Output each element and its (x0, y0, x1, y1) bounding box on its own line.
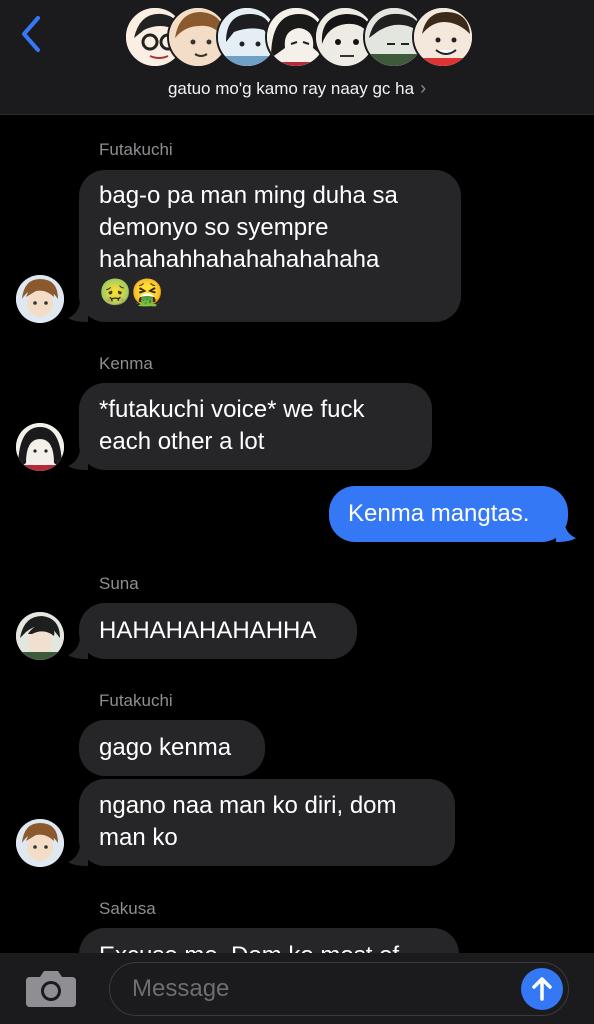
message-bubble-incoming[interactable]: HAHAHAHAHAHHA (79, 603, 357, 659)
chevron-right-icon: › (420, 78, 427, 98)
sender-name: Futakuchi (99, 140, 173, 159)
group-avatars[interactable] (124, 6, 474, 70)
group-name-label: gatuo mo'g kamo ray naay gc ha (167, 79, 415, 98)
sender-name: Futakuchi (99, 691, 173, 710)
message-line: man ko (99, 824, 178, 851)
bubble-tail-icon (68, 846, 88, 866)
camera-icon[interactable] (24, 967, 78, 1009)
message-thread[interactable]: Futakuchi bag-o pa man ming duha sa demo… (0, 115, 594, 953)
back-chevron-icon[interactable] (16, 14, 46, 54)
message-text: Kenma mangtas. (348, 500, 530, 527)
message-text: gago kenma (99, 734, 232, 761)
message-bubble-incoming[interactable]: bag-o pa man ming duha sa demonyo so sye… (79, 170, 461, 322)
message-line: ngano naa man ko diri, dom (99, 792, 397, 819)
message-text: Excuse me. Dom ko most of (99, 942, 399, 953)
message-bubble-incoming[interactable]: ngano naa man ko diri, dom man ko (79, 779, 455, 866)
bubble-tail-icon (68, 302, 88, 322)
sender-avatar-kenma[interactable] (16, 423, 64, 471)
sender-avatar-futakuchi[interactable] (16, 275, 64, 323)
message-line: *futakuchi voice* we fuck (99, 396, 365, 423)
message-input[interactable]: Message (109, 962, 569, 1016)
group-name[interactable]: gatuo mo'g kamo ray naay gc ha › (0, 78, 594, 99)
sender-name: Sakusa (99, 899, 156, 918)
arrow-up-icon (532, 977, 552, 1001)
bubble-tail-icon (68, 450, 88, 470)
composer-bar: Message (0, 953, 594, 1024)
message-bubble-incoming[interactable]: gago kenma (79, 720, 265, 776)
emoji-line: 🤢🤮 (99, 277, 164, 307)
bubble-tail-outgoing-icon (556, 522, 576, 542)
member-avatar-grinning (412, 6, 474, 68)
message-text: HAHAHAHAHAHHA (99, 617, 317, 644)
conversation-header: gatuo mo'g kamo ray naay gc ha › (0, 0, 594, 115)
message-line: each other a lot (99, 428, 265, 455)
message-line: bag-o pa man ming duha sa (99, 182, 398, 209)
message-bubble-incoming[interactable]: Excuse me. Dom ko most of (79, 928, 459, 953)
sender-avatar-suna[interactable] (16, 612, 64, 660)
bubble-tail-icon (68, 639, 88, 659)
message-bubble-outgoing[interactable]: Kenma mangtas. (329, 486, 568, 542)
sender-name: Kenma (99, 354, 153, 373)
message-bubble-incoming[interactable]: *futakuchi voice* we fuck each other a l… (79, 383, 432, 470)
sender-name: Suna (99, 574, 139, 593)
sender-avatar-futakuchi[interactable] (16, 819, 64, 867)
message-input-placeholder: Message (132, 975, 230, 1002)
message-line: demonyo so syempre (99, 214, 329, 241)
send-button[interactable] (521, 968, 563, 1010)
message-line: hahahahhahahahahahaha (99, 246, 380, 273)
